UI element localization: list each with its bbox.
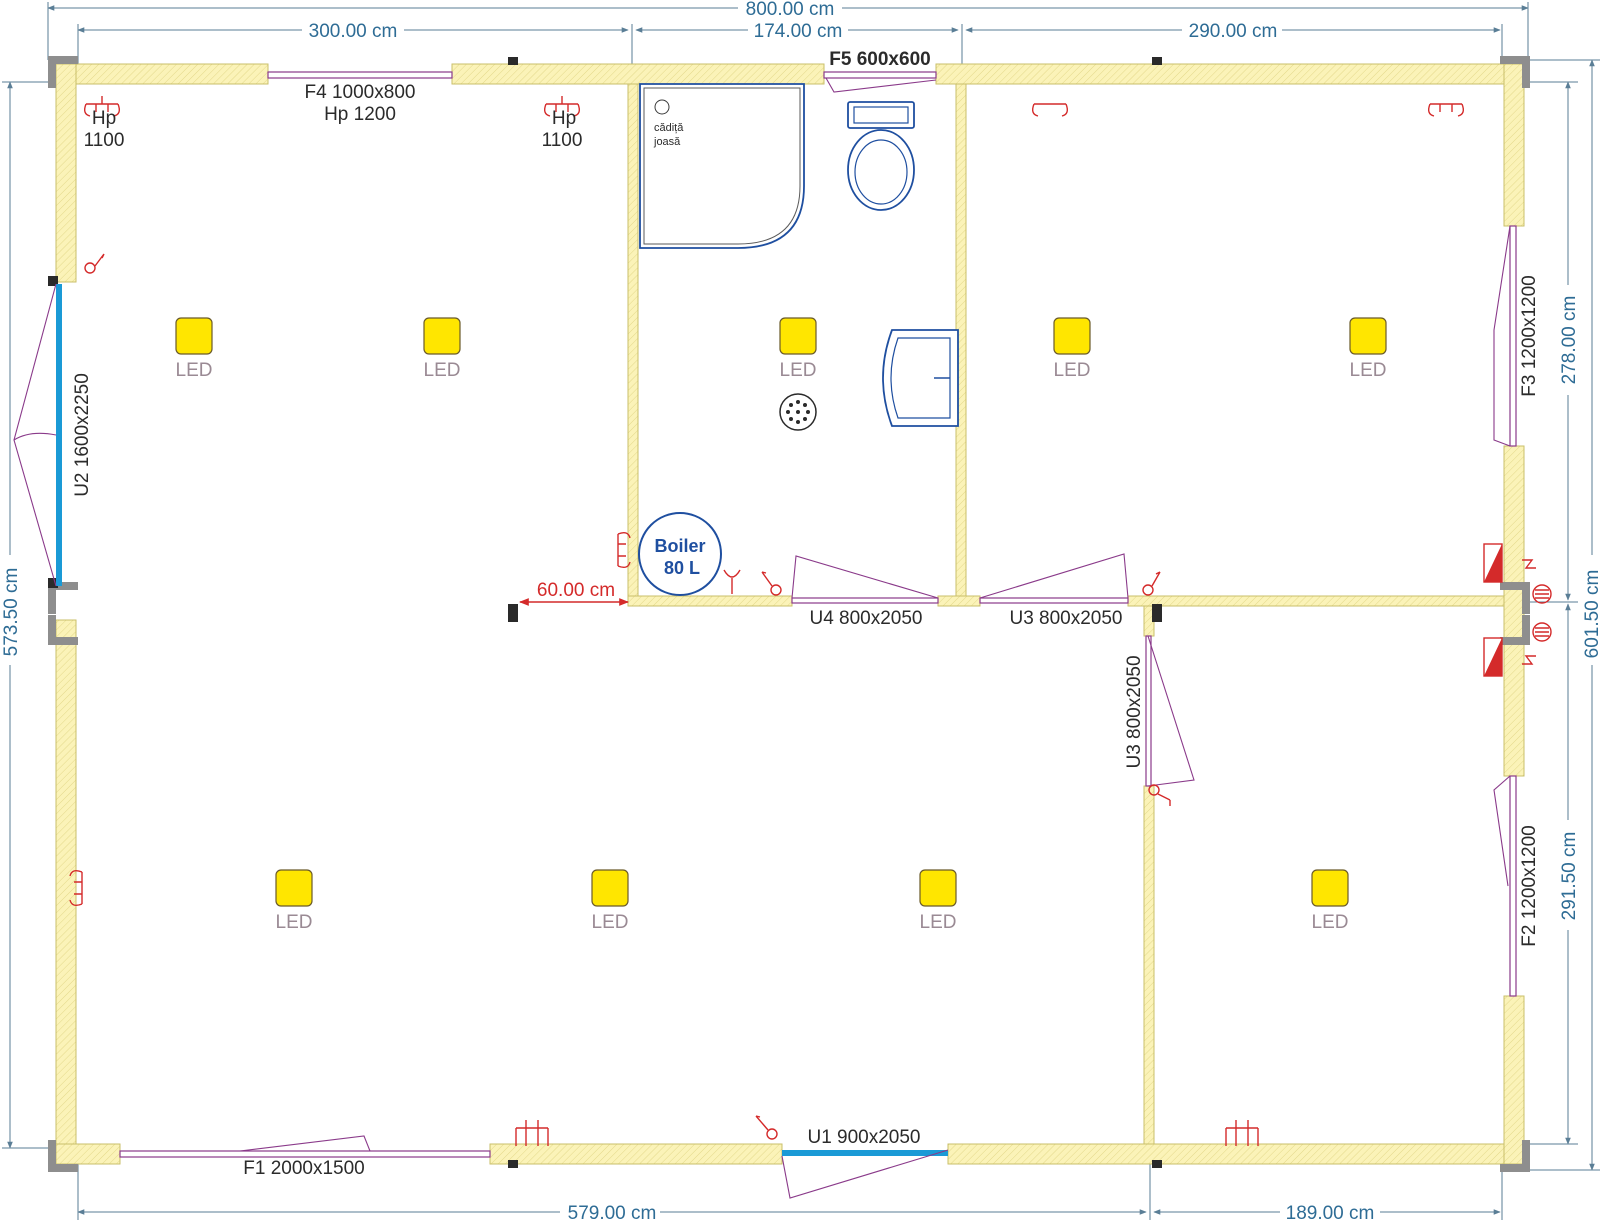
window-door-labels: F4 1000x800 Hp 1200 F5 600x600 F1 2000x1…: [72, 49, 1540, 1179]
led-label: LED: [1350, 360, 1387, 381]
window-f5: [823, 71, 937, 79]
led-label: LED: [780, 360, 817, 381]
door-u4-label: U4 800x2050: [809, 608, 922, 629]
height-value-2: 1100: [542, 130, 583, 151]
window-f2: [1509, 775, 1517, 997]
led-label: LED: [276, 912, 313, 933]
led-label: LED: [1054, 360, 1091, 381]
socket-icon: [723, 569, 741, 594]
led-light-icon: [423, 317, 461, 355]
window-f4-height: Hp 1200: [324, 104, 396, 125]
window-f2-label: F2 1200x1200: [1519, 825, 1540, 947]
toilet-bowl-icon: [847, 129, 915, 211]
led-light-icon: [779, 317, 817, 355]
doors: [13, 283, 1195, 1199]
led-label: LED: [1312, 912, 1349, 933]
door-u2-label: U2 1600x2250: [72, 373, 93, 497]
window-f5-label: F5 600x600: [829, 49, 930, 70]
led-light-icon: [919, 869, 957, 907]
boiler-label-line1: Boiler: [654, 536, 705, 556]
height-label-1: Hp: [92, 108, 116, 129]
led-light-icon: [1349, 317, 1387, 355]
led-label: LED: [424, 360, 461, 381]
height-label-2: Hp: [552, 108, 576, 129]
floor-plan: 800.00 cm 300.00 cm 174.00 cm 290.00 cm …: [0, 0, 1600, 1220]
led-light-icon: [175, 317, 213, 355]
led-label: LED: [176, 360, 213, 381]
led-light-icon: [1311, 869, 1349, 907]
led-label: LED: [592, 912, 629, 933]
window-f1: [119, 1150, 491, 1158]
socket-icon: [1427, 103, 1465, 117]
top-dim-1: 300.00 cm: [309, 21, 398, 42]
bottom-dim-1: 579.00 cm: [568, 1203, 657, 1220]
window-f4-label: F4 1000x800: [305, 82, 416, 103]
window-f3: [1509, 225, 1517, 447]
led-light-icon: [275, 869, 313, 907]
shower-note-line2: joasă: [653, 136, 681, 148]
top-dim-3: 290.00 cm: [1189, 21, 1278, 42]
floor-drain-icon: [779, 393, 817, 431]
bottom-dim-2: 189.00 cm: [1286, 1203, 1375, 1220]
toilet-tank-icon: [847, 101, 915, 129]
door-u3-label-b: U3 800x2050: [1124, 655, 1145, 768]
door-u1-label: U1 900x2050: [807, 1127, 920, 1148]
right-dim-upper: 278.00 cm: [1559, 296, 1580, 385]
door-u3-label-a: U3 800x2050: [1009, 608, 1122, 629]
window-f1-label: F1 2000x1500: [243, 1158, 365, 1179]
right-dim-lower: 291.50 cm: [1559, 832, 1580, 921]
top-dim-2: 174.00 cm: [754, 21, 843, 42]
socket-icon: [1225, 1120, 1259, 1146]
height-value-1: 1100: [84, 130, 125, 151]
window-f3-label: F3 1200x1200: [1519, 275, 1540, 397]
led-light-icon: [591, 869, 629, 907]
left-dim: 573.50 cm: [1, 568, 22, 657]
right-outer-dim: 601.50 cm: [1582, 570, 1600, 659]
shower-note-line1: cădiță: [654, 122, 684, 134]
overall-width-label: 800.00 cm: [746, 0, 835, 20]
socket-icon: [1031, 103, 1069, 117]
electrical-panel-icon: [1483, 543, 1503, 677]
offset-label: 60.00 cm: [537, 580, 615, 601]
led-light-icon: [1053, 317, 1091, 355]
offset-dimension: 60.00 cm: [519, 580, 629, 606]
boiler-label-line2: 80 L: [664, 558, 700, 578]
led-label: LED: [920, 912, 957, 933]
socket-icon: [515, 1120, 549, 1146]
window-f4: [267, 71, 453, 79]
